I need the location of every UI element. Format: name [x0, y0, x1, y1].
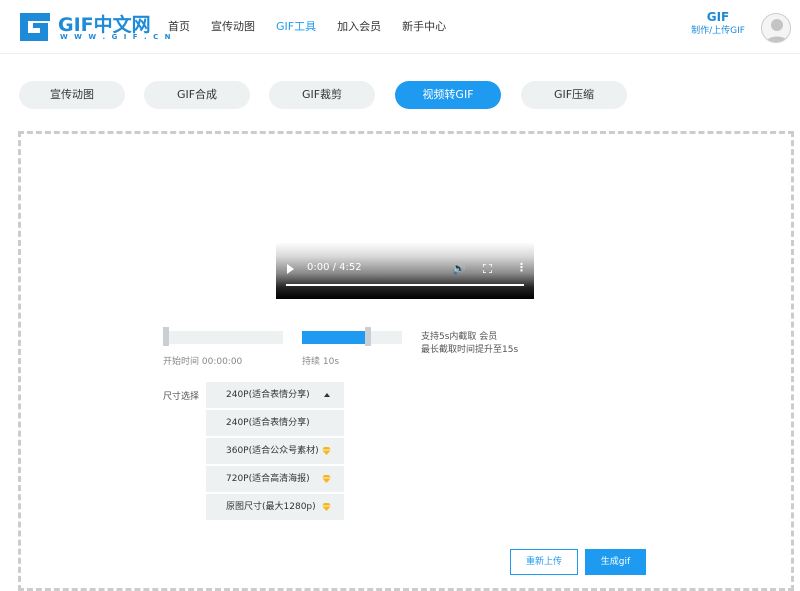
size-option-label: 360P(适合公众号素材): [226, 446, 319, 456]
duration-fill: [302, 331, 368, 344]
play-icon[interactable]: [287, 264, 294, 274]
premium-diamond-icon: [322, 503, 331, 511]
site-logo[interactable]: GIF中文网 W W W . G I F . C N: [18, 11, 171, 43]
trim-hint-line2: 最长截取时间提升至15s: [421, 345, 519, 355]
start-time-track[interactable]: [163, 331, 283, 344]
size-selected-value: 240P(适合表情分享): [226, 390, 310, 400]
tab-promo-gif[interactable]: 宣传动图: [19, 81, 125, 109]
work-area: [18, 131, 794, 591]
fullscreen-icon[interactable]: [483, 264, 492, 273]
duration-handle[interactable]: [365, 327, 371, 346]
nav-item-promo-gif[interactable]: 宣传动图: [211, 0, 255, 54]
size-option-label: 240P(适合表情分享): [226, 418, 310, 428]
trim-hint: 支持5s内截取 会员 最长截取时间提升至15s: [421, 331, 518, 357]
generate-gif-button[interactable]: 生成gif: [585, 549, 646, 575]
more-options-icon[interactable]: ⋮: [516, 262, 527, 273]
premium-diamond-icon: [322, 447, 331, 455]
size-select-label: 尺寸选择: [163, 392, 200, 402]
reupload-button[interactable]: 重新上传: [510, 549, 578, 575]
trim-hint-line1: 支持5s内截取 会员: [421, 332, 498, 342]
nav-item-home[interactable]: 首页: [168, 0, 190, 54]
size-option-720p[interactable]: 720P(适合高清海报): [206, 466, 344, 492]
size-select[interactable]: 240P(适合表情分享): [206, 382, 344, 408]
site-header: GIF中文网 W W W . G I F . C N 首页 宣传动图 GIF工具…: [0, 0, 800, 54]
user-icon: [765, 19, 789, 42]
size-option-360p[interactable]: 360P(适合公众号素材): [206, 438, 344, 464]
nav-item-gif-tools[interactable]: GIF工具: [276, 0, 316, 54]
user-avatar[interactable]: [761, 13, 791, 43]
duration-label: 持续 10s: [302, 357, 340, 367]
nav-item-membership[interactable]: 加入会员: [337, 0, 381, 54]
size-option-original[interactable]: 原图尺寸(最大1280p): [206, 494, 344, 520]
tab-gif-compress[interactable]: GIF压缩: [521, 81, 627, 109]
tab-gif-crop[interactable]: GIF裁剪: [269, 81, 375, 109]
nav-item-beginner-center[interactable]: 新手中心: [402, 0, 446, 54]
tab-gif-compose[interactable]: GIF合成: [144, 81, 250, 109]
video-time: 0:00 / 4:52: [307, 262, 362, 273]
size-option-label: 原图尺寸(最大1280p): [226, 502, 316, 512]
start-time-label: 开始时间 00:00:00: [163, 357, 243, 367]
start-time-handle[interactable]: [163, 327, 169, 346]
video-player[interactable]: 0:00 / 4:52 🔊 ⋮: [276, 242, 534, 299]
caret-up-icon: [324, 393, 330, 397]
volume-icon[interactable]: 🔊: [452, 262, 466, 275]
size-option-label: 720P(适合高清海报): [226, 474, 310, 484]
logo-url: W W W . G I F . C N: [60, 33, 173, 41]
premium-diamond-icon: [322, 475, 331, 483]
tab-video-to-gif[interactable]: 视频转GIF: [395, 81, 501, 109]
main-nav: 首页 宣传动图 GIF工具 加入会员 新手中心: [168, 0, 467, 54]
make-gif-subtitle: 制作/上传GIF: [691, 26, 745, 36]
make-upload-gif-link[interactable]: GIF 制作/上传GIF: [684, 10, 752, 38]
logo-icon: [20, 13, 50, 41]
make-gif-title: GIF: [706, 10, 730, 24]
video-progress-bar[interactable]: [286, 284, 524, 286]
size-option-240p[interactable]: 240P(适合表情分享): [206, 410, 344, 436]
